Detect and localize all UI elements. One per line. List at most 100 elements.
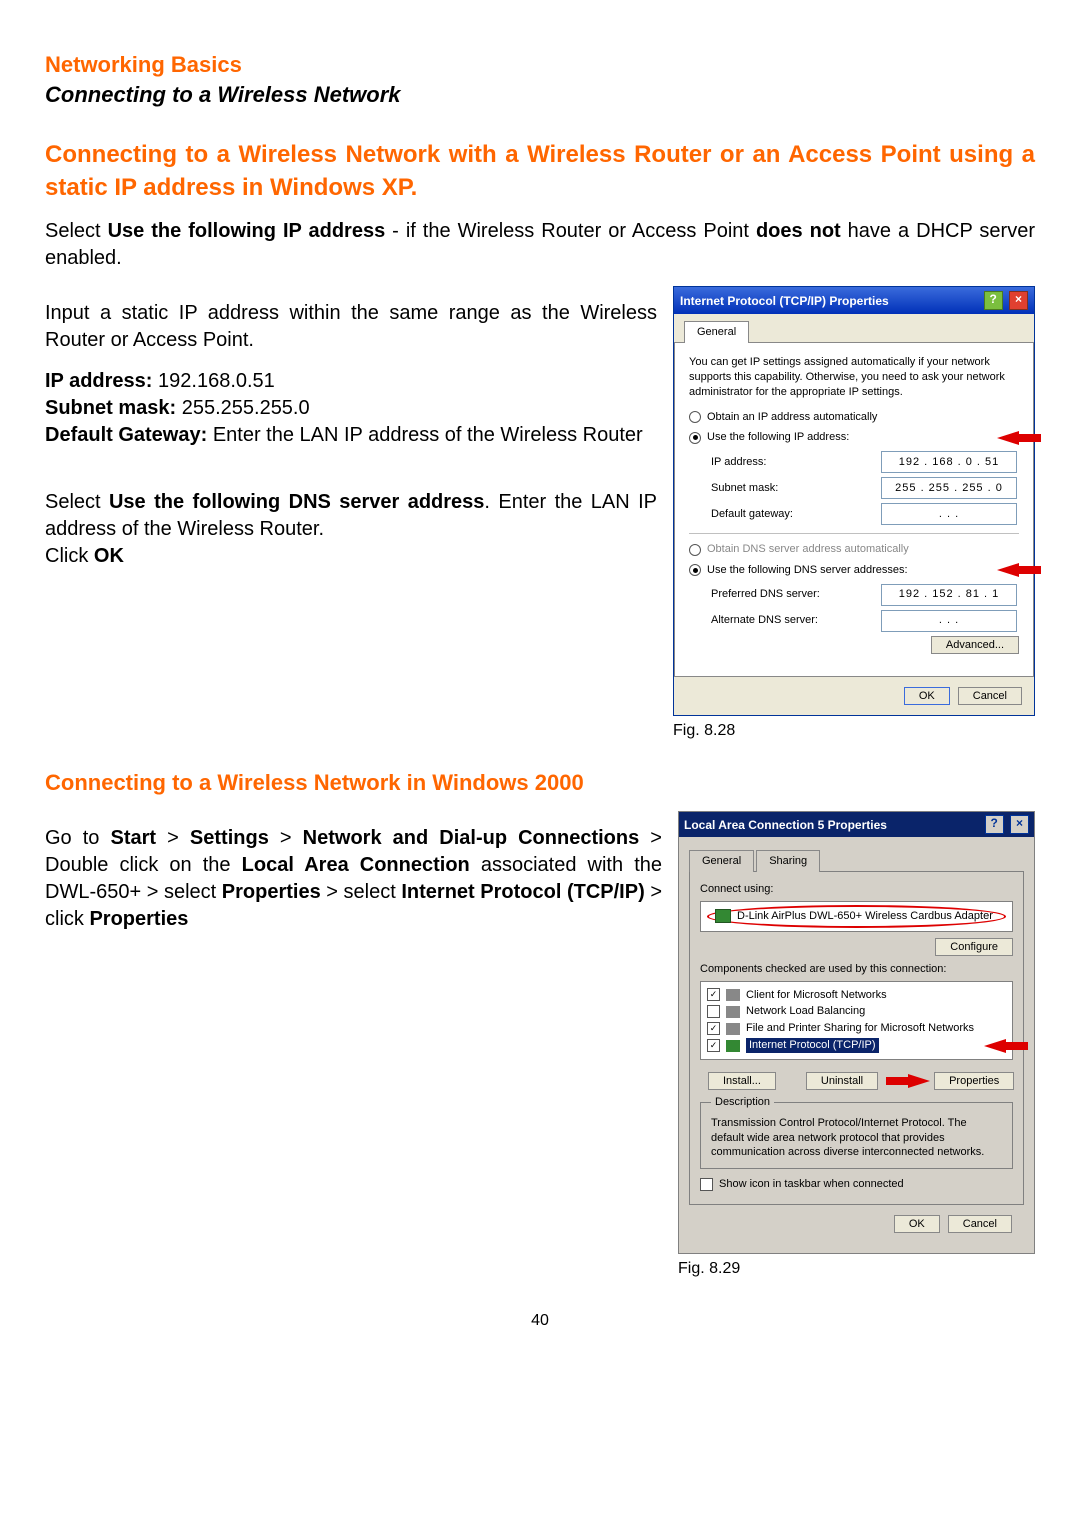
ip-field-input[interactable]: 192 . 168 . 0 . 51: [881, 451, 1017, 473]
dialog2-title-text: Local Area Connection 5 Properties: [684, 817, 887, 833]
c2: Network Load Balancing: [746, 1004, 865, 1019]
mask-field-input[interactable]: 255 . 255 . 255 . 0: [881, 477, 1017, 499]
ok-button[interactable]: OK: [894, 1215, 940, 1233]
gw-field-label: Default gateway:: [711, 507, 881, 522]
radio-manual-label: Use the following IP address:: [707, 430, 849, 445]
lan-properties-dialog: Local Area Connection 5 Properties ? × G…: [678, 811, 1035, 1254]
radio-icon-selected: [689, 432, 701, 444]
w2k-d: Settings: [190, 827, 269, 849]
component-icon: [726, 1023, 740, 1035]
list-item[interactable]: Network Load Balancing: [707, 1004, 1006, 1019]
radio-auto-dns: Obtain DNS server address automatically: [689, 542, 1019, 557]
radio-auto-ip[interactable]: Obtain an IP address automatically: [689, 410, 1019, 425]
close-icon[interactable]: ×: [1010, 815, 1029, 834]
component-icon: [726, 1006, 740, 1018]
w2k-c: >: [156, 827, 190, 849]
list-item[interactable]: Internet Protocol (TCP/IP): [707, 1038, 1006, 1053]
p1-c: - if the Wireless Router or Access Point: [385, 220, 756, 242]
tab-general[interactable]: General: [684, 321, 749, 343]
w2k-l: Internet Protocol (TCP/IP): [401, 881, 644, 903]
install-button[interactable]: Install...: [708, 1072, 776, 1090]
dialog-intro: You can get IP settings assigned automat…: [689, 355, 1019, 400]
section-title-2: Connecting to a Wireless Network in Wind…: [45, 768, 1035, 798]
configure-button[interactable]: Configure: [935, 938, 1013, 956]
w2k-f: Network and Dial-up Connections: [303, 827, 640, 849]
w2k-n: Properties: [89, 908, 188, 930]
checkbox-icon[interactable]: [707, 1005, 720, 1018]
adapter-box[interactable]: D-Link AirPlus DWL-650+ Wireless Cardbus…: [700, 901, 1013, 932]
adns-field-label: Alternate DNS server:: [711, 613, 881, 628]
list-item[interactable]: File and Printer Sharing for Microsoft N…: [707, 1021, 1006, 1036]
p3-b: Use the following DNS server address: [109, 491, 484, 513]
p4-b: OK: [94, 545, 124, 567]
c4: Internet Protocol (TCP/IP): [746, 1038, 879, 1053]
connect-using-label: Connect using:: [700, 882, 1013, 897]
properties-button[interactable]: Properties: [934, 1072, 1014, 1090]
gateway-value: Enter the LAN IP address of the Wireless…: [207, 424, 642, 446]
subnet-label: Subnet mask:: [45, 397, 176, 419]
checkbox-icon[interactable]: [700, 1178, 713, 1191]
p3-a: Select: [45, 491, 109, 513]
w2k-j: Properties: [222, 881, 321, 903]
c3: File and Printer Sharing for Microsoft N…: [746, 1021, 974, 1036]
mask-field-label: Subnet mask:: [711, 481, 881, 496]
help-icon[interactable]: ?: [984, 291, 1003, 310]
checkbox-icon[interactable]: [707, 1022, 720, 1035]
dialog-title-text: Internet Protocol (TCP/IP) Properties: [680, 293, 889, 309]
dialog2-titlebar: Local Area Connection 5 Properties ? ×: [679, 812, 1034, 837]
p1-d: does not: [756, 220, 841, 242]
radio-icon: [689, 411, 701, 423]
gateway-label: Default Gateway:: [45, 424, 207, 446]
show-icon-row[interactable]: Show icon in taskbar when connected: [700, 1177, 1013, 1192]
figure-caption-2: Fig. 8.29: [678, 1258, 1035, 1280]
page-title: Networking Basics: [45, 50, 1035, 80]
red-arrow-icon: [908, 1074, 930, 1088]
w2k-a: Go to: [45, 827, 111, 849]
checkbox-icon[interactable]: [707, 988, 720, 1001]
paragraph-3: Select Use the following DNS server addr…: [45, 489, 657, 570]
description-fieldset: Description Transmission Control Protoco…: [700, 1102, 1013, 1169]
adapter-name: D-Link AirPlus DWL-650+ Wireless Cardbus…: [737, 909, 993, 924]
red-arrow-icon: [997, 431, 1019, 445]
dialog-titlebar: Internet Protocol (TCP/IP) Properties ? …: [674, 287, 1034, 314]
radio-manual-ip[interactable]: Use the following IP address:: [689, 430, 1019, 445]
tab-sharing[interactable]: Sharing: [756, 850, 820, 872]
adns-field-input[interactable]: . . .: [881, 610, 1017, 632]
list-item[interactable]: Client for Microsoft Networks: [707, 988, 1006, 1003]
p4-a: Click: [45, 545, 94, 567]
page-subtitle: Connecting to a Wireless Network: [45, 80, 1035, 110]
ok-button[interactable]: OK: [904, 687, 950, 705]
radio-manual-dns[interactable]: Use the following DNS server addresses:: [689, 563, 1019, 578]
figure-caption-1: Fig. 8.28: [673, 720, 1035, 742]
desc-legend: Description: [711, 1095, 774, 1110]
p1-b: Use the following IP address: [108, 220, 386, 242]
w2k-h: Local Area Connection: [242, 854, 470, 876]
pdns-field-label: Preferred DNS server:: [711, 587, 881, 602]
tab-strip: General: [674, 314, 1034, 342]
component-icon: [726, 989, 740, 1001]
nic-icon: [715, 909, 731, 923]
uninstall-button[interactable]: Uninstall: [806, 1072, 878, 1090]
cancel-button[interactable]: Cancel: [948, 1215, 1012, 1233]
cancel-button[interactable]: Cancel: [958, 687, 1022, 705]
gw-field-input[interactable]: . . .: [881, 503, 1017, 525]
radio-manual-dns-label: Use the following DNS server addresses:: [707, 563, 908, 578]
components-label: Components checked are used by this conn…: [700, 962, 1013, 977]
checkbox-icon[interactable]: [707, 1039, 720, 1052]
close-icon[interactable]: ×: [1009, 291, 1028, 310]
component-icon: [726, 1040, 740, 1052]
tab-general[interactable]: General: [689, 850, 754, 872]
section-title-1: Connecting to a Wireless Network with a …: [45, 139, 1035, 204]
components-list[interactable]: Client for Microsoft Networks Network Lo…: [700, 981, 1013, 1060]
red-arrow-icon: [997, 563, 1019, 577]
ip-field-label: IP address:: [711, 455, 881, 470]
pdns-field-input[interactable]: 192 . 152 . 81 . 1: [881, 584, 1017, 606]
advanced-button[interactable]: Advanced...: [931, 636, 1019, 654]
desc-body: Transmission Control Protocol/Internet P…: [711, 1116, 1002, 1161]
red-arrow-icon: [984, 1039, 1006, 1053]
paragraph-1: Select Use the following IP address - if…: [45, 218, 1035, 272]
radio-icon: [689, 544, 701, 556]
help-icon[interactable]: ?: [985, 815, 1004, 834]
tcpip-properties-dialog: Internet Protocol (TCP/IP) Properties ? …: [673, 286, 1035, 716]
w2k-k: > select: [321, 881, 402, 903]
